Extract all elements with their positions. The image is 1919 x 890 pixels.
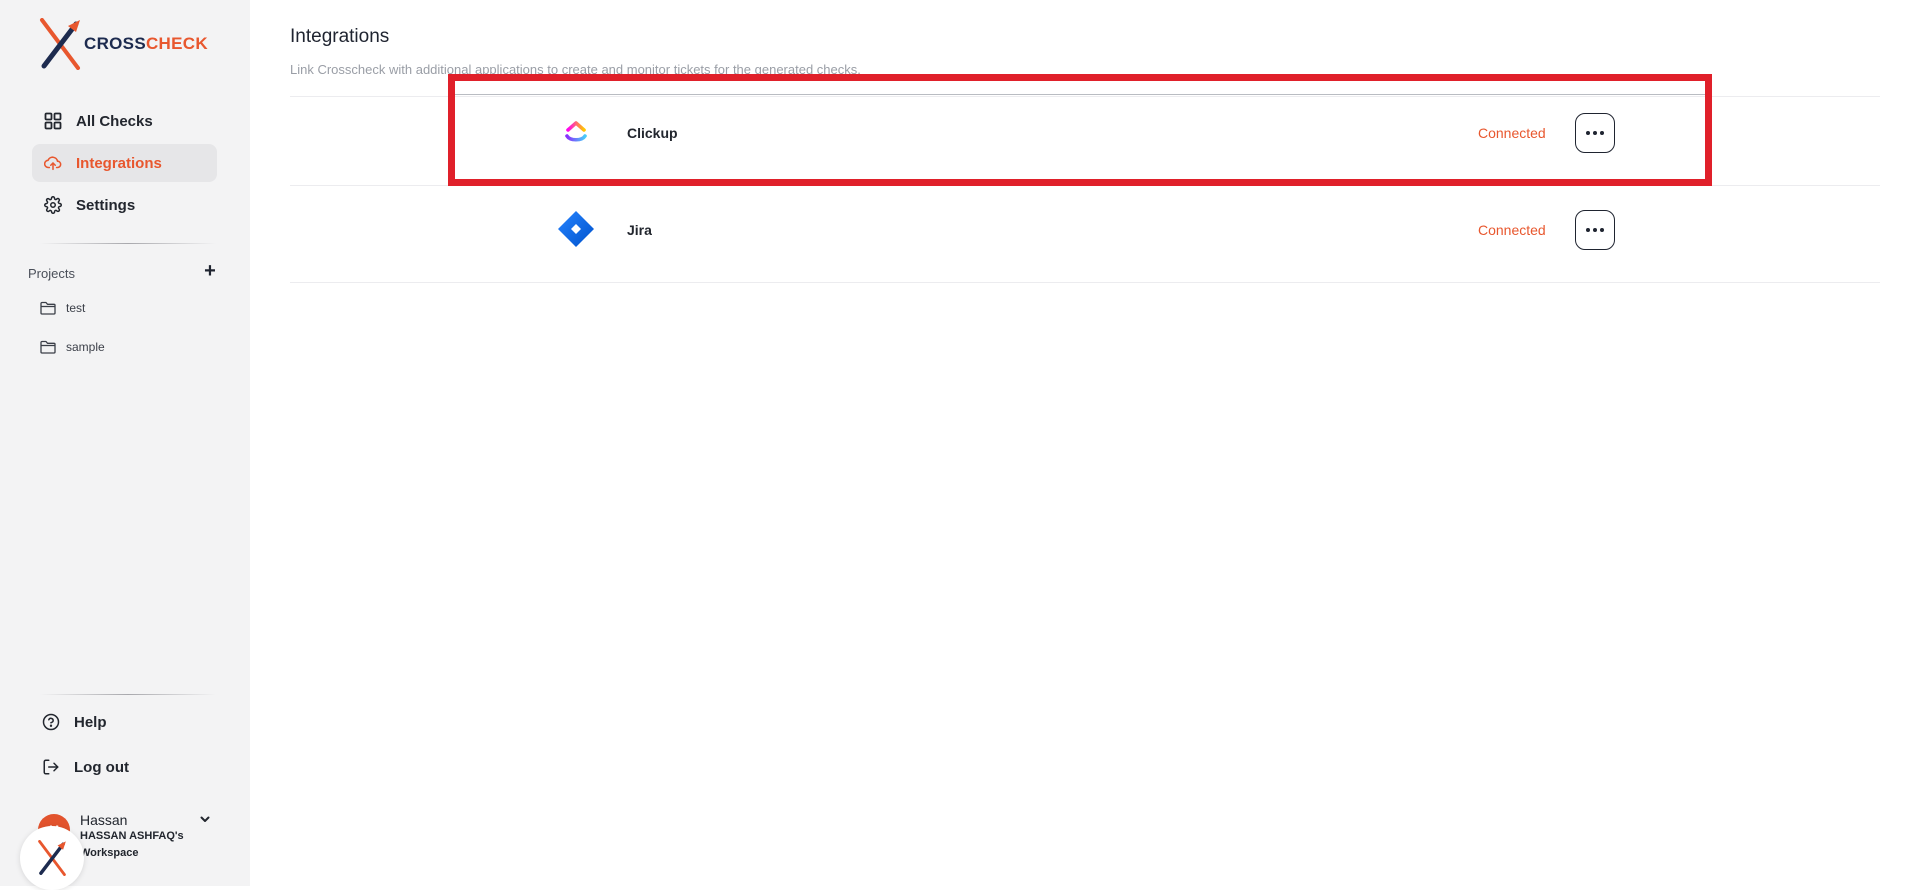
integration-status: Connected — [1478, 222, 1546, 238]
help-button[interactable]: Help — [42, 710, 107, 734]
help-label: Help — [74, 713, 107, 731]
integration-status: Connected — [1478, 125, 1546, 141]
row-divider — [290, 185, 1880, 186]
integration-name: Jira — [627, 222, 652, 238]
grid-icon — [44, 112, 62, 130]
sidebar-item-label: All Checks — [76, 112, 153, 130]
sidebar-divider — [40, 243, 216, 244]
sidebar: CROSSCHECK All Checks Integrations Setti… — [0, 0, 250, 890]
logout-label: Log out — [74, 758, 129, 776]
crosscheck-logo[interactable]: CROSSCHECK — [38, 18, 208, 70]
integration-more-button[interactable] — [1575, 113, 1615, 153]
sidebar-item-settings[interactable]: Settings — [32, 186, 217, 224]
project-label: test — [66, 301, 86, 315]
sidebar-item-label: Integrations — [76, 154, 162, 172]
row-divider — [290, 96, 1880, 97]
sidebar-item-integrations[interactable]: Integrations — [32, 144, 217, 182]
folder-icon — [40, 301, 56, 315]
add-project-button[interactable]: + — [202, 261, 218, 281]
crosscheck-logo-icon — [40, 18, 80, 70]
integration-row-clickup: Clickup Connected — [290, 110, 1880, 206]
clickup-logo-icon — [554, 110, 598, 154]
page-title: Integrations — [290, 26, 390, 47]
logout-icon — [43, 759, 59, 775]
more-dots-icon — [1586, 131, 1604, 135]
sidebar-divider — [40, 694, 216, 695]
more-dots-icon — [1586, 228, 1604, 232]
project-label: sample — [66, 340, 105, 354]
folder-icon — [40, 340, 56, 354]
crosscheck-launcher-button[interactable] — [20, 826, 84, 890]
chevron-down-icon[interactable] — [199, 812, 211, 830]
workspace-name: HASSAN ASHFAQ's — [80, 830, 184, 842]
crosscheck-logo-icon — [38, 840, 66, 876]
row-divider — [290, 282, 1880, 283]
page-subtitle: Link Crosscheck with additional applicat… — [290, 62, 861, 77]
logo-text: CROSSCHECK — [84, 34, 208, 53]
user-name: Hassan — [80, 812, 128, 828]
project-item-sample[interactable]: sample — [40, 337, 105, 357]
highlight-top-rule — [455, 94, 1705, 95]
help-circle-icon — [42, 713, 60, 731]
main-content: Integrations Link Crosscheck with additi… — [250, 0, 1919, 886]
integration-name: Clickup — [627, 125, 678, 141]
gear-icon — [44, 196, 62, 214]
integration-row-jira: Jira Connected — [290, 207, 1880, 303]
sidebar-item-all-checks[interactable]: All Checks — [32, 102, 217, 140]
integration-more-button[interactable] — [1575, 210, 1615, 250]
logout-button[interactable]: Log out — [42, 755, 129, 779]
project-item-test[interactable]: test — [40, 298, 85, 318]
sidebar-item-label: Settings — [76, 196, 136, 214]
workspace-name-suffix: Workspace — [80, 847, 139, 859]
projects-heading: Projects — [28, 266, 75, 281]
cloud-upload-icon — [44, 154, 62, 172]
jira-logo-icon — [554, 207, 598, 251]
